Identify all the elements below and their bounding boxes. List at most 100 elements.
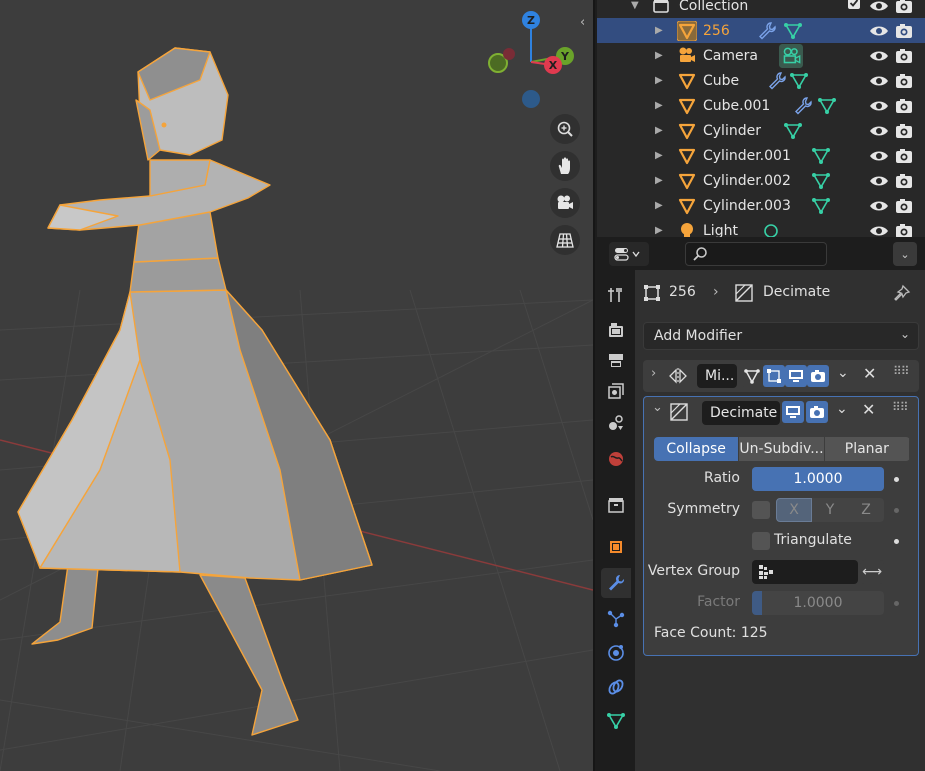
decimate-modifier-name[interactable]: Decimate <box>702 401 780 425</box>
pin-icon[interactable] <box>893 284 911 302</box>
symmetry-axis-y[interactable]: Y <box>812 498 848 522</box>
mesh-data-icon[interactable] <box>811 171 831 191</box>
wrench-modifier-icon[interactable] <box>767 71 787 91</box>
eye-icon[interactable] <box>869 24 889 38</box>
gizmo-neg-z[interactable] <box>522 90 540 108</box>
outliner-row[interactable]: ▶ Cube <box>597 68 925 93</box>
outliner[interactable]: ▼ Collection ▶ 256 ▶ Camera ▶ Cube ▶ Cube.001 ▶ C… <box>597 0 925 237</box>
expand-arrow-icon[interactable]: › <box>651 366 656 381</box>
chevron-down-icon[interactable]: ⌄ <box>837 365 849 381</box>
symmetry-axis-z[interactable]: Z <box>848 498 884 522</box>
outliner-row[interactable]: ▶ Cube.001 <box>597 93 925 118</box>
keyframe-dot[interactable] <box>894 477 899 482</box>
expand-arrow-icon[interactable]: ▶ <box>655 175 663 186</box>
expand-arrow-icon[interactable]: ▶ <box>655 25 663 36</box>
mirror-modifier-name[interactable]: Mi... <box>697 364 737 388</box>
keyframe-dot[interactable] <box>894 601 899 606</box>
tab-object[interactable] <box>601 532 631 562</box>
close-icon[interactable]: ✕ <box>863 364 876 383</box>
mesh-data-icon[interactable] <box>783 121 803 141</box>
render-camera-icon[interactable] <box>895 123 913 139</box>
mesh-data-icon[interactable] <box>817 96 837 116</box>
tab-constraints[interactable] <box>601 672 631 702</box>
render-camera-icon[interactable] <box>895 198 913 214</box>
render-toggle[interactable] <box>807 365 829 387</box>
eye-icon[interactable] <box>869 49 889 63</box>
eye-icon[interactable] <box>869 199 889 213</box>
outliner-row[interactable]: ▶ Camera <box>597 43 925 68</box>
vertex-group-field[interactable] <box>752 560 858 584</box>
expand-arrow-icon[interactable]: ▶ <box>655 75 663 86</box>
ortho-toggle-button[interactable] <box>550 225 580 255</box>
render-camera-icon[interactable] <box>895 48 913 64</box>
invert-vertex-group-toggle[interactable]: ⟷ <box>860 560 884 584</box>
chevron-down-icon[interactable]: ⌄ <box>836 401 848 417</box>
checkbox-icon[interactable] <box>847 0 861 10</box>
tab-scene[interactable] <box>601 408 631 438</box>
expand-arrow-icon[interactable]: ▶ <box>655 100 663 111</box>
mode-collapse-button[interactable]: Collapse <box>654 437 740 461</box>
add-modifier-dropdown[interactable]: Add Modifier ⌄ <box>643 322 919 350</box>
expand-arrow-icon[interactable]: ▼ <box>631 0 639 11</box>
eye-icon[interactable] <box>869 149 889 163</box>
render-camera-icon[interactable] <box>895 173 913 189</box>
viewport-display-toggle[interactable] <box>785 365 807 387</box>
decimate-mode-selector[interactable]: Collapse Un-Subdiv... Planar <box>654 437 910 461</box>
tab-world[interactable] <box>601 444 631 474</box>
eye-icon[interactable] <box>869 99 889 113</box>
collapse-arrow-icon[interactable]: ⌄ <box>652 400 663 415</box>
expand-arrow-icon[interactable]: ▶ <box>655 200 663 211</box>
mode-unsubdiv-button[interactable]: Un-Subdiv... <box>739 437 825 461</box>
expand-arrow-icon[interactable]: ▶ <box>655 150 663 161</box>
outliner-row[interactable]: ▶ Cylinder.001 <box>597 143 925 168</box>
eye-icon[interactable] <box>869 0 889 13</box>
camera-view-button[interactable] <box>550 188 580 218</box>
expand-arrow-icon[interactable]: ▶ <box>655 225 663 236</box>
outliner-row[interactable]: ▶ Cylinder.002 <box>597 168 925 193</box>
outliner-row[interactable]: ▶ Light <box>597 218 925 237</box>
render-camera-icon[interactable] <box>895 73 913 89</box>
eye-icon[interactable] <box>869 174 889 188</box>
tab-data[interactable] <box>601 706 631 736</box>
mirror-modifier-panel[interactable]: › Mi... ⌄ ✕ ⠿⠿ <box>643 360 919 392</box>
gizmo-neg-x[interactable] <box>503 48 515 60</box>
symmetry-axis-x[interactable]: X <box>776 498 812 522</box>
drag-handle-icon[interactable]: ⠿⠿ <box>892 400 909 414</box>
properties-search-input[interactable] <box>685 242 827 266</box>
eye-icon[interactable] <box>869 224 889 238</box>
eye-icon[interactable] <box>869 124 889 138</box>
light-data-icon[interactable] <box>761 221 781 237</box>
keyframe-dot[interactable] <box>894 539 899 544</box>
tab-view-layer[interactable] <box>601 376 631 406</box>
outliner-row[interactable]: ▶ 256 <box>597 18 925 43</box>
viewport-display-toggle[interactable] <box>782 401 804 423</box>
expand-arrow-icon[interactable]: ▶ <box>655 50 663 61</box>
tab-tool[interactable] <box>601 280 631 310</box>
render-toggle[interactable] <box>806 401 828 423</box>
mode-planar-button[interactable]: Planar <box>824 437 910 461</box>
triangulate-checkbox[interactable] <box>752 532 770 550</box>
mesh-data-icon[interactable] <box>811 146 831 166</box>
factor-slider[interactable]: 1.0000 <box>752 591 884 615</box>
render-camera-icon[interactable] <box>895 23 913 39</box>
viewport-scene[interactable]: Z Y X <box>0 0 593 771</box>
render-camera-icon[interactable] <box>895 98 913 114</box>
tab-modifiers[interactable] <box>601 568 631 598</box>
camera-data-icon[interactable] <box>779 44 803 68</box>
3d-viewport[interactable]: Z Y X ‹ <box>0 0 593 771</box>
outliner-row[interactable]: ▶ Cylinder <box>597 118 925 143</box>
eye-icon[interactable] <box>869 74 889 88</box>
symmetry-checkbox[interactable] <box>752 501 770 519</box>
mesh-data-icon[interactable] <box>789 71 809 91</box>
edit-mode-toggle[interactable] <box>763 365 785 387</box>
drag-handle-icon[interactable]: ⠿⠿ <box>893 364 910 378</box>
render-camera-icon[interactable] <box>895 148 913 164</box>
character-mesh[interactable] <box>17 47 373 736</box>
chevron-down-icon[interactable]: ⌄ <box>893 242 917 266</box>
decimate-modifier-panel[interactable]: ⌄ Decimate ⌄ ✕ ⠿⠿ Collapse Un-Subdiv... … <box>643 396 919 656</box>
mesh-data-icon[interactable] <box>811 196 831 216</box>
keyframe-dot[interactable] <box>894 508 899 513</box>
mesh-data-icon[interactable] <box>783 21 803 41</box>
pan-button[interactable] <box>550 151 580 181</box>
tab-output[interactable] <box>601 346 631 376</box>
